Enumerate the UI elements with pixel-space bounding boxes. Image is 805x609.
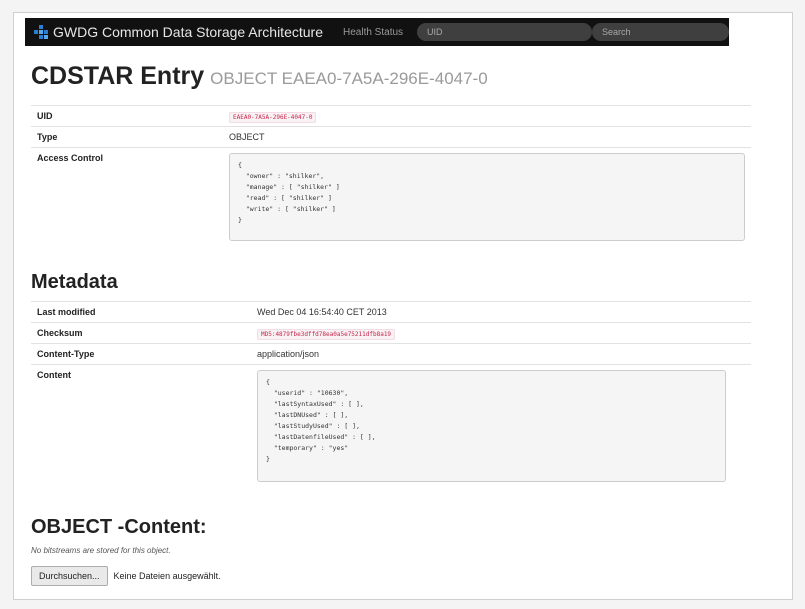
content-row: Content { "userid" : "10630", "lastSynta… xyxy=(31,364,751,487)
content-label: Content xyxy=(37,370,71,380)
type-value: OBJECT xyxy=(229,132,265,142)
access-control-row: Access Control { "owner" : "shilker", "m… xyxy=(31,147,751,246)
checksum-value: MD5:4879fbe3dffd78ea0a5e75211dfb8a19 xyxy=(257,329,396,340)
checksum-label: Checksum xyxy=(37,328,83,338)
uid-row: UID EAEA0-7A5A-296E-4047-0 xyxy=(31,105,751,126)
uid-value: EAEA0-7A5A-296E-4047-0 xyxy=(229,112,317,123)
object-content-title: OBJECT -Content: xyxy=(31,516,207,538)
content-type-value: application/json xyxy=(257,349,320,359)
uid-input[interactable] xyxy=(417,23,592,41)
entry-table: UID EAEA0-7A5A-296E-4047-0 Type OBJECT A… xyxy=(31,105,751,246)
navbar: GWDG Common Data Storage Architecture He… xyxy=(25,18,729,46)
search-input[interactable] xyxy=(592,23,729,41)
metadata-title: Metadata xyxy=(31,271,118,293)
content-type-row: Content-Type application/json xyxy=(31,343,751,364)
health-status-link[interactable]: Health Status xyxy=(343,27,403,38)
file-upload: Durchsuchen... Keine Dateien ausgewählt. xyxy=(31,566,221,586)
last-modified-label: Last modified xyxy=(37,307,96,317)
page-subtitle: OBJECT EAEA0-7A5A-296E-4047-0 xyxy=(210,69,488,88)
brand-text: GWDG Common Data Storage Architecture xyxy=(53,24,323,40)
upload-status: Keine Dateien ausgewählt. xyxy=(113,571,221,581)
type-label: Type xyxy=(37,132,58,142)
brand[interactable]: GWDG Common Data Storage Architecture xyxy=(33,24,323,40)
type-row: Type OBJECT xyxy=(31,126,751,147)
uid-value-cell: EAEA0-7A5A-296E-4047-0 xyxy=(229,106,751,126)
content-cell: { "userid" : "10630", "lastSyntaxUsed" :… xyxy=(229,365,751,487)
page-title-text: CDSTAR Entry xyxy=(31,62,205,90)
last-modified-value: Wed Dec 04 16:54:40 CET 2013 xyxy=(257,307,387,317)
metadata-table: Last modified Wed Dec 04 16:54:40 CET 20… xyxy=(31,301,751,487)
access-control-label: Access Control xyxy=(37,153,104,163)
content-type-label: Content-Type xyxy=(37,349,95,359)
uid-label: UID xyxy=(37,111,53,121)
access-control-json: { "owner" : "shilker", "manage" : [ "shi… xyxy=(229,153,745,241)
last-modified-row: Last modified Wed Dec 04 16:54:40 CET 20… xyxy=(31,301,751,322)
browse-button[interactable]: Durchsuchen... xyxy=(31,566,108,586)
content-json: { "userid" : "10630", "lastSyntaxUsed" :… xyxy=(257,370,726,482)
access-control-cell: { "owner" : "shilker", "manage" : [ "shi… xyxy=(229,148,751,246)
checksum-value-cell: MD5:4879fbe3dffd78ea0a5e75211dfb8a19 xyxy=(229,323,751,343)
no-bitstreams-note: No bitstreams are stored for this object… xyxy=(31,546,171,555)
checksum-row: Checksum MD5:4879fbe3dffd78ea0a5e75211df… xyxy=(31,322,751,343)
page-title: CDSTAR Entry OBJECT EAEA0-7A5A-296E-4047-… xyxy=(31,62,488,91)
gwdg-logo-icon xyxy=(34,25,48,39)
